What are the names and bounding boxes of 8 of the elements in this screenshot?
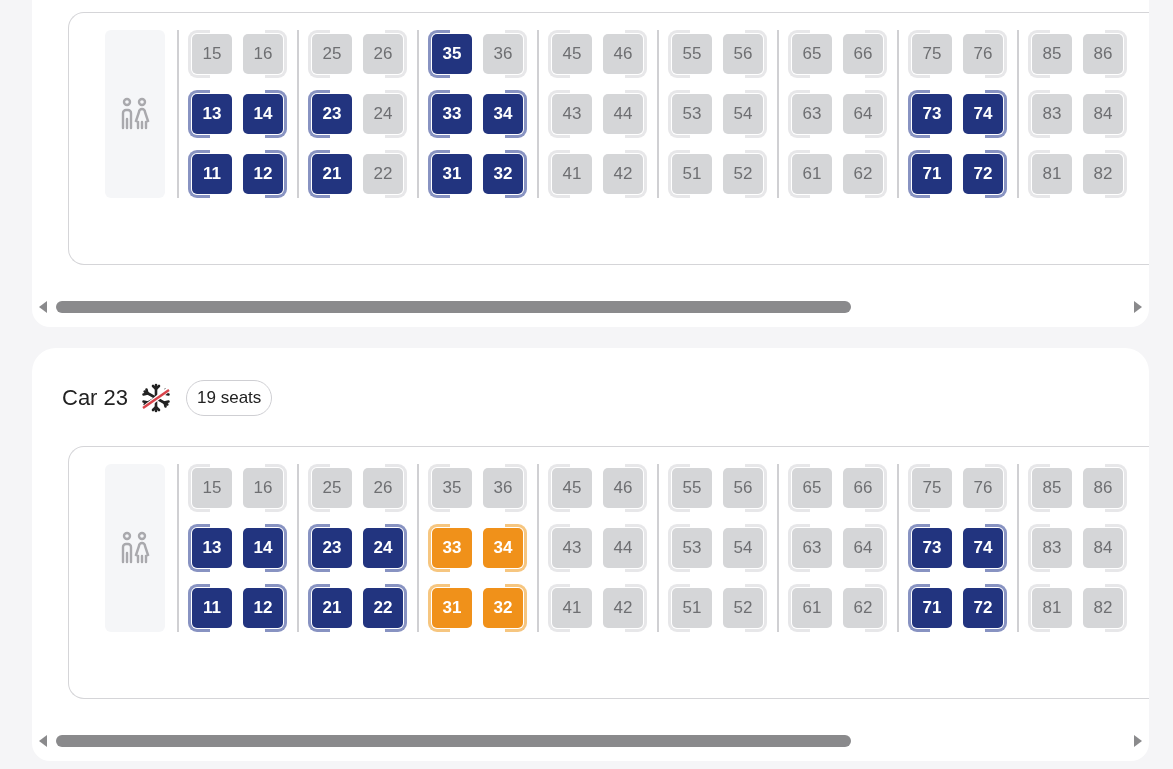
restroom-icon (120, 97, 150, 131)
scroll-right-icon[interactable] (1133, 300, 1143, 314)
scroll-left-icon[interactable] (38, 300, 48, 314)
car-title: Car 23 (62, 385, 129, 411)
restroom-icon (120, 531, 150, 565)
scroll-left-icon[interactable] (38, 734, 48, 748)
scroll-right-icon[interactable] (1133, 734, 1143, 748)
no-air-conditioning-icon (140, 382, 173, 414)
